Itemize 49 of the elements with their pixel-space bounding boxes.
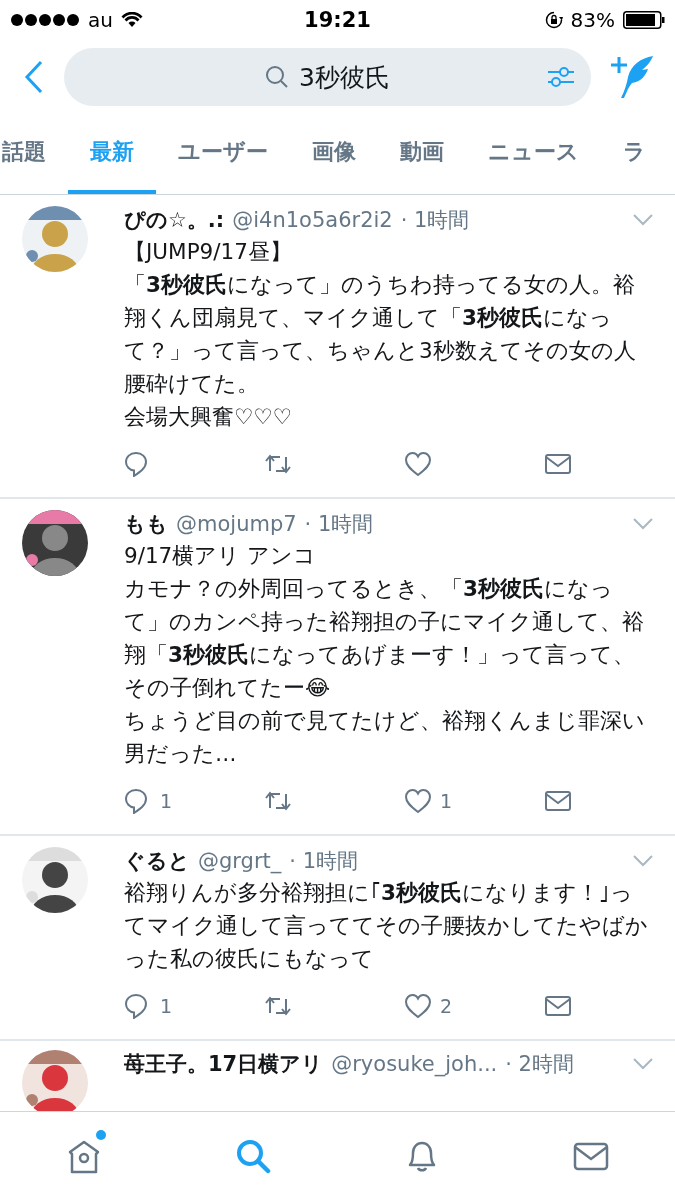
tweet-text: 会場大興奮♡♡♡ [124,403,293,431]
user-handle: @mojump7 [176,511,297,538]
clock-time: 19:21 [304,8,371,32]
user-handle: @ryosuke_joh... [331,1051,498,1079]
wifi-icon [120,12,143,28]
heart-icon[interactable] [404,788,432,814]
user-name[interactable]: ぐると [124,846,190,876]
tweet-text: ちょうど目の前で見てたけど、裕翔くんまじ罪深い男だった… [124,707,646,768]
tweet-text: 【JUMP9/17昼】 [124,238,293,266]
reply-count: 1 [160,790,173,812]
tweet-text: 9/17横アリ アンコ [124,542,318,570]
search-tab[interactable]: ラ [601,114,668,194]
search-tab[interactable]: 話題 [0,114,68,194]
search-tab[interactable]: ニュース [466,114,601,194]
envelope-icon[interactable] [544,788,572,814]
carrier-name: au [88,8,113,32]
user-name[interactable]: ぴの☆。.: [124,205,225,235]
like-count: 1 [440,790,453,812]
battery-percent: 83% [570,8,615,32]
search-icon[interactable] [235,1138,272,1174]
tweet-text: カモナ？の外周回ってるとき、「3秒彼氏になって」のカンペ持った裕翔担の子にマイク通して、裕翔「3秒彼氏になってあげまーす！」って言って、その子倒れてたー😂 [124,575,645,702]
user-handle: @grgrt_ [198,848,282,876]
user-name[interactable]: 苺王子。17日横アリ [124,1049,324,1079]
search-field[interactable]: 3秒彼氏 [64,48,591,106]
rotation-lock-icon [544,11,563,29]
back-icon [24,60,44,94]
search-icon [265,65,290,89]
filter-icon[interactable] [547,65,575,89]
search-tab[interactable]: 最新 [68,114,156,194]
signal-icon [10,13,80,27]
envelope-icon[interactable] [544,451,572,477]
tweet-text: 裕翔りんが多分裕翔担に｢3秒彼氏になります！｣ってマイク通して言っててその子腰抜かしてたやばかった私の彼氏にもなって [124,879,649,973]
like-count: 2 [440,995,453,1017]
tweet-time: · 1時間 [400,207,470,234]
search-tab[interactable]: 動画 [378,114,466,194]
user-handle: @i4n1o5a6r2i2 [232,207,393,234]
tweet-time: · 2時間 [505,1051,574,1078]
reply-count: 1 [160,995,173,1017]
heart-icon[interactable] [404,451,432,477]
envelope-icon[interactable] [544,993,572,1019]
user-name[interactable]: もも [124,509,168,539]
plus-feather-icon [611,55,655,99]
search-tab[interactable]: 画像 [290,114,378,194]
heart-icon[interactable] [404,993,432,1019]
tweet-text: 「3秒彼氏になって」のうちわ持ってる女の人。裕翔くん団扇見て、マイク通して「3秒彼氏になって？」って言って、ちゃんと3秒数えてその女の人腰砕けてた。 [124,271,637,398]
tweet-time: · 1時間 [304,511,374,538]
battery-icon [623,11,665,29]
search-tab[interactable]: ユーザー [156,114,290,194]
tweet-time: · 1時間 [289,848,358,875]
